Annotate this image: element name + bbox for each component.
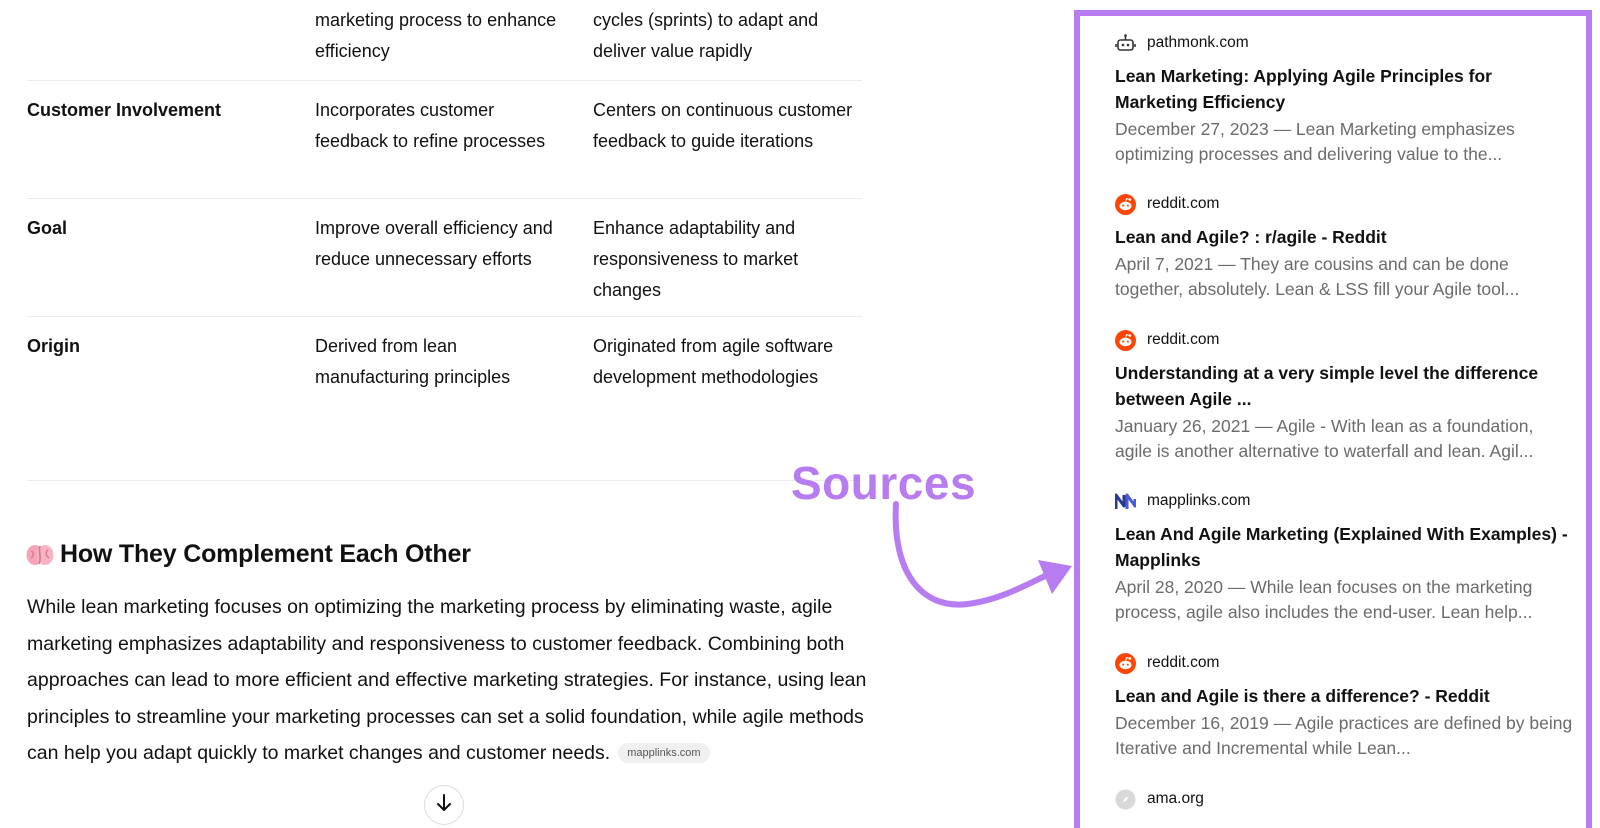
arrow-down-icon — [435, 793, 453, 818]
lean-cell: Improve overall efficiency and reduce un… — [315, 218, 553, 269]
lean-cell: marketing process to enhance efficiency — [315, 10, 557, 61]
source-site-name: reddit.com — [1147, 331, 1220, 348]
robot-icon — [1115, 33, 1136, 54]
table-row: marketing process to enhance efficiency … — [27, 0, 862, 81]
source-card[interactable]: reddit.com Lean and Agile? : r/agile - R… — [1115, 193, 1575, 302]
source-title[interactable]: Lean and Agile? : r/agile - Reddit — [1115, 224, 1575, 250]
curved-arrow-icon — [880, 500, 1080, 625]
source-card[interactable]: mapplinks.com Lean And Agile Marketing (… — [1115, 490, 1575, 625]
reddit-icon — [1115, 329, 1136, 351]
source-card[interactable]: reddit.com Understanding at a very simpl… — [1115, 329, 1575, 464]
row-label: Origin — [27, 336, 80, 356]
brain-icon — [26, 542, 54, 568]
section-title: How They Complement Each Other — [60, 540, 471, 568]
agile-cell: Centers on continuous customer feedback … — [593, 100, 853, 151]
row-label: Goal — [27, 218, 68, 238]
lean-cell: Derived from lean manufacturing principl… — [315, 336, 511, 387]
reddit-icon — [1115, 652, 1136, 674]
agile-cell: Originated from agile software developme… — [593, 336, 834, 387]
source-card[interactable]: pathmonk.com Lean Marketing: Applying Ag… — [1115, 32, 1575, 167]
source-site-name: reddit.com — [1147, 654, 1220, 671]
source-site-name: pathmonk.com — [1147, 34, 1249, 51]
agile-cell: Enhance adaptability and responsiveness … — [593, 218, 799, 300]
table-row: Goal Improve overall efficiency and redu… — [27, 199, 862, 317]
source-snippet: December 27, 2023 — Lean Marketing empha… — [1115, 119, 1515, 164]
source-site-name: mapplinks.com — [1147, 492, 1251, 509]
compass-icon — [1115, 789, 1136, 810]
source-site-name: reddit.com — [1147, 195, 1220, 212]
section-paragraph: While lean marketing focuses on optimizi… — [27, 589, 867, 772]
source-title[interactable]: Lean Marketing: Applying Agile Principle… — [1115, 63, 1575, 115]
table-row: Customer Involvement Incorporates custom… — [27, 81, 862, 199]
reddit-icon — [1115, 193, 1136, 215]
source-title[interactable]: Understanding at a very simple level the… — [1115, 360, 1575, 412]
source-snippet: January 26, 2021 — Agile - With lean as … — [1115, 416, 1534, 461]
table-row: Origin Derived from lean manufacturing p… — [27, 317, 862, 417]
row-label: Customer Involvement — [27, 100, 222, 120]
source-site-name: ama.org — [1147, 790, 1204, 807]
source-title[interactable]: Lean And Agile Marketing (Explained With… — [1115, 521, 1575, 573]
source-snippet: April 7, 2021 — They are cousins and can… — [1115, 254, 1520, 299]
section-heading: How They Complement Each Other — [26, 540, 471, 569]
sources-panel: pathmonk.com Lean Marketing: Applying Ag… — [1074, 10, 1592, 828]
source-card[interactable]: reddit.com Lean and Agile is there a dif… — [1115, 652, 1575, 761]
source-snippet: April 28, 2020 — While lean focuses on t… — [1115, 577, 1533, 622]
source-snippet: December 16, 2019 — Agile practices are … — [1115, 713, 1573, 758]
agile-cell: cycles (sprints) to adapt and deliver va… — [593, 10, 819, 61]
paragraph-text: While lean marketing focuses on optimizi… — [27, 596, 867, 764]
mapplinks-icon — [1115, 491, 1136, 512]
citation-chip[interactable]: mapplinks.com — [618, 743, 710, 763]
scroll-down-button[interactable] — [424, 785, 464, 825]
source-title[interactable]: Lean and Agile is there a difference? - … — [1115, 683, 1575, 709]
lean-cell: Incorporates customer feedback to refine… — [315, 100, 546, 151]
source-card[interactable]: ama.org — [1115, 788, 1575, 810]
comparison-table: marketing process to enhance efficiency … — [27, 0, 862, 417]
section-divider — [27, 480, 862, 481]
